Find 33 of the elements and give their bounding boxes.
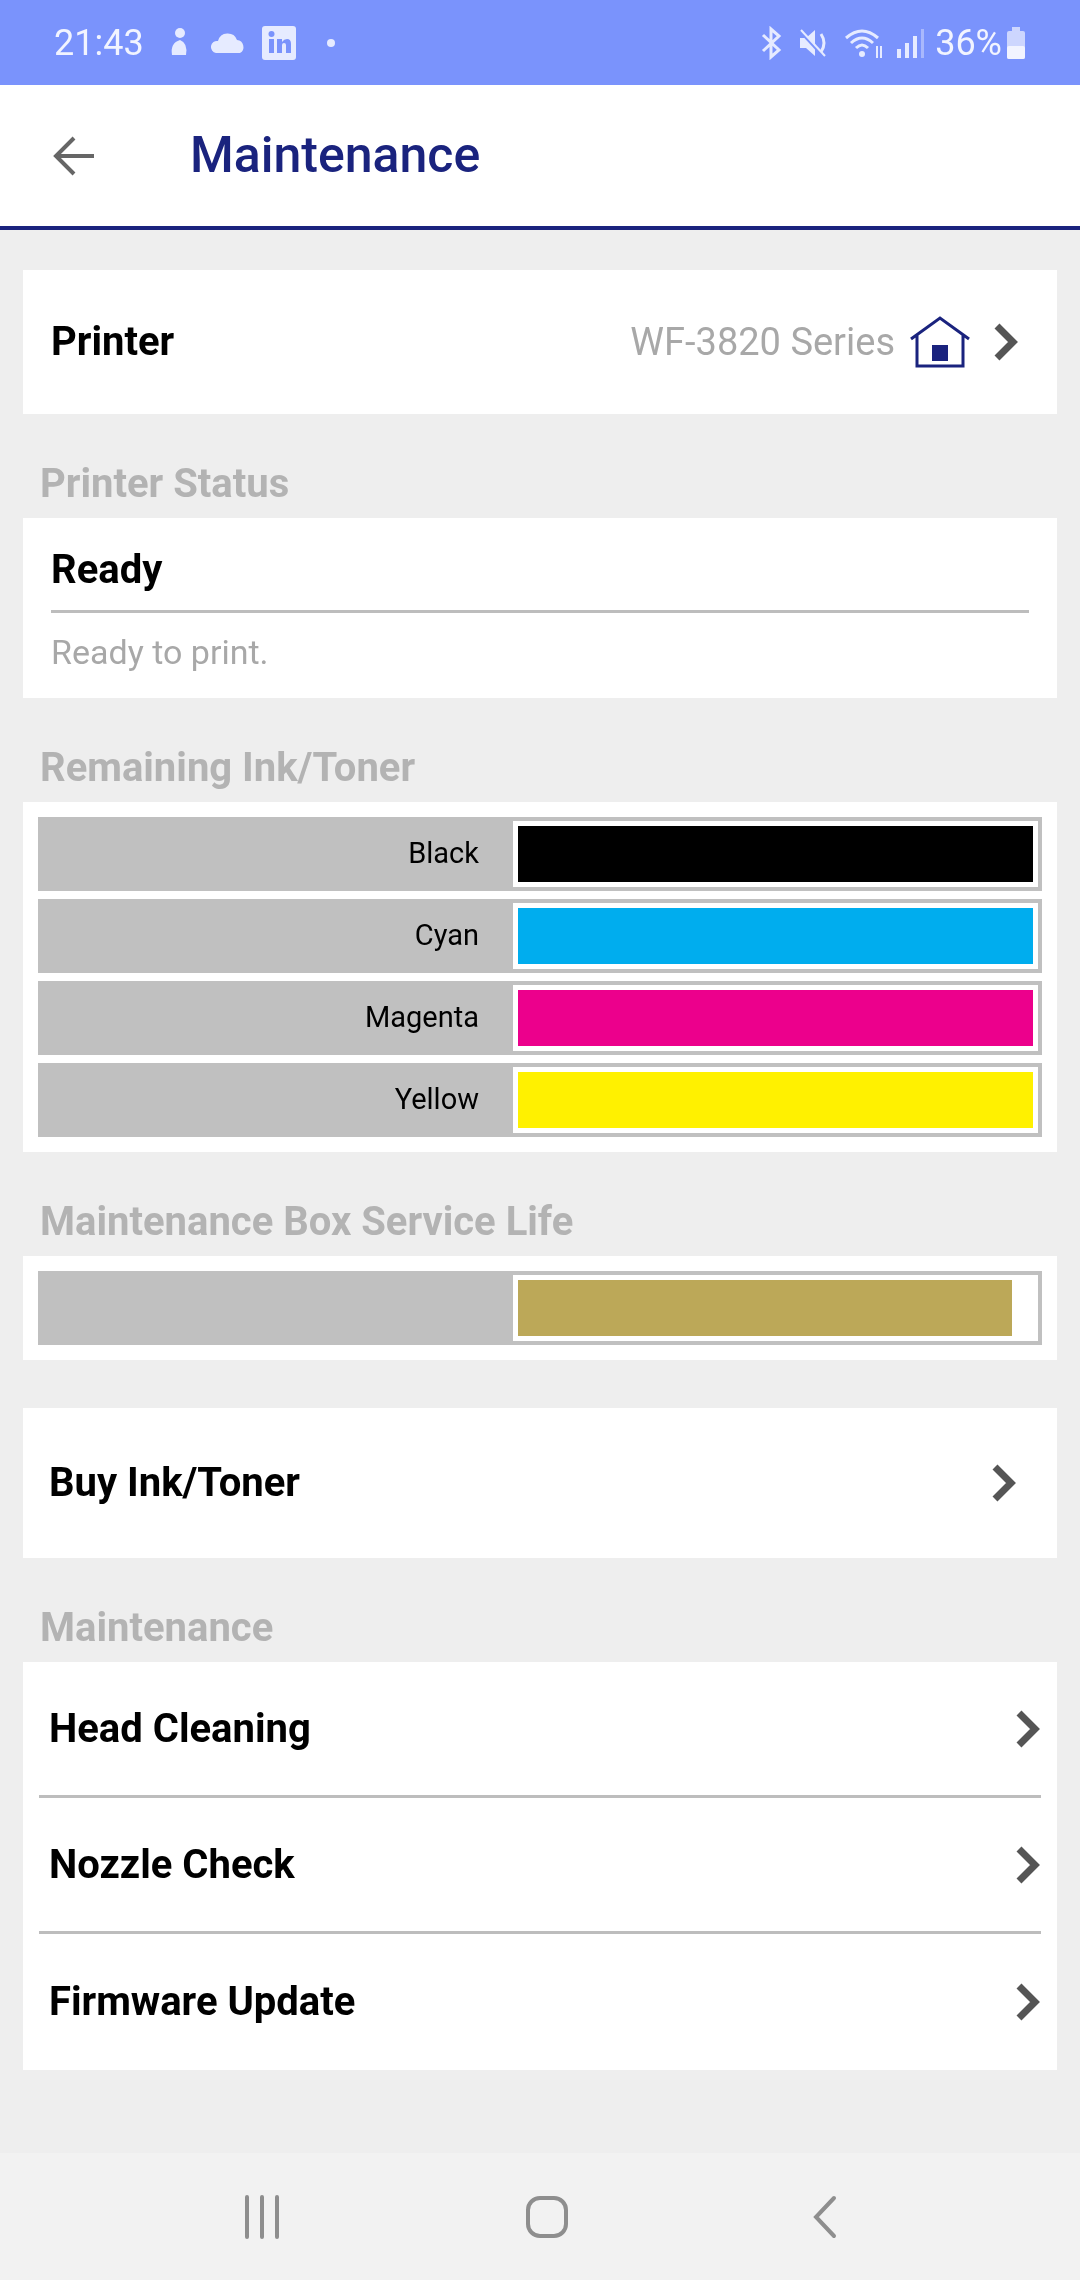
maintenance-item[interactable]: Head Cleaning (39, 1662, 1041, 1798)
maintenance-item[interactable]: Firmware Update (39, 1934, 1041, 2070)
status-message: Ready to print. (51, 632, 269, 672)
ink-label-cell: Magenta (38, 981, 509, 1055)
signal-icon (895, 26, 926, 59)
ink-label-cell: Yellow (38, 1063, 509, 1137)
chevron-right-icon (1015, 1844, 1041, 1885)
app-icon (261, 25, 296, 60)
section-heading: Remaining Ink/Toner (40, 744, 416, 791)
battery-percent: 36% (935, 20, 1002, 66)
buy-ink-row[interactable]: Buy Ink/Toner (23, 1408, 1057, 1558)
chevron-right-icon (1015, 1982, 1041, 2022)
section-heading: Maintenance (40, 1604, 274, 1651)
section-heading: Maintenance Box Service Life (40, 1198, 574, 1245)
maintenance-item[interactable]: Nozzle Check (39, 1798, 1041, 1934)
back-icon[interactable] (812, 2194, 839, 2239)
back-arrow-icon[interactable] (52, 135, 96, 176)
status-state: Ready (51, 546, 163, 593)
chevron-right-icon (1015, 1708, 1041, 1749)
printer-name: WF-3820 Series (630, 318, 895, 366)
battery-icon (1006, 25, 1026, 60)
ink-label-cell: Black (38, 817, 509, 891)
printer-row[interactable]: Printer WF-3820 Series (23, 270, 1057, 414)
row-label: Printer (51, 317, 175, 367)
ink-label-cell: Cyan (38, 899, 509, 973)
page-title: Maintenance (190, 125, 481, 186)
chevron-right-icon (993, 322, 1019, 362)
row-label: Buy Ink/Toner (49, 1458, 301, 1508)
clock: 21:43 (54, 20, 144, 66)
dot-icon (325, 37, 336, 48)
chevron-right-icon (991, 1463, 1017, 1503)
home-icon[interactable] (525, 2194, 569, 2239)
section-heading: Printer Status (40, 460, 290, 507)
